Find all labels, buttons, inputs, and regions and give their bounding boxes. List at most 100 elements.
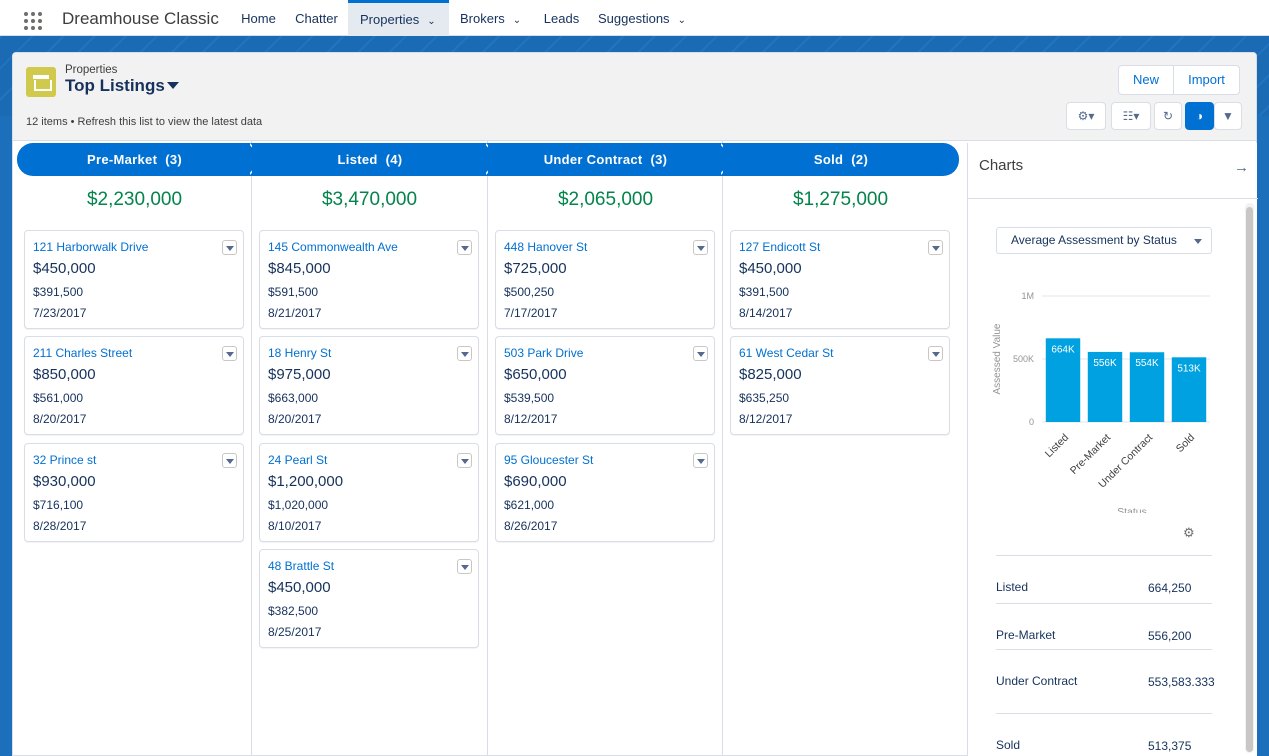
property-link[interactable]: 32 Prince st	[33, 453, 96, 467]
stage-header[interactable]: Pre-Market (3)	[17, 143, 252, 176]
table-row: Pre-Market 556,200	[996, 603, 1212, 649]
chevron-down-icon[interactable]: ⌄	[513, 2, 521, 40]
kanban-board: Pre-Market (3) $2,230,000 121 Harborwalk Dr…	[17, 141, 959, 756]
card-menu-icon[interactable]	[457, 346, 472, 361]
nav-item-chatter[interactable]: Chatter	[285, 0, 348, 36]
card-menu-icon[interactable]	[222, 346, 237, 361]
nav-label: Brokers	[460, 11, 505, 26]
property-price: $975,000	[268, 366, 331, 383]
row-value: 664,250	[1148, 581, 1192, 595]
property-card[interactable]: 95 Gloucester St $690,000 $621,000 8/26/201…	[495, 443, 715, 542]
stage-header[interactable]: Sold (2)	[723, 143, 959, 176]
nav-item-leads[interactable]: Leads	[535, 0, 588, 36]
scrollbar-thumb[interactable]	[1246, 207, 1253, 752]
property-card[interactable]: 18 Henry St $975,000 $663,000 8/20/2017	[259, 336, 479, 435]
nav-label: Suggestions	[598, 11, 670, 26]
list-settings-button[interactable]: ⚙▾	[1066, 102, 1106, 130]
nav-item-properties[interactable]: Properties ⌄	[348, 0, 449, 36]
bar-data-label: 513K	[1177, 363, 1201, 374]
property-price: $845,000	[268, 260, 331, 277]
x-axis-label: Status	[1117, 506, 1147, 513]
property-link[interactable]: 121 Harborwalk Drive	[33, 240, 148, 254]
card-menu-icon[interactable]	[928, 240, 943, 255]
stage-chevron	[484, 143, 498, 175]
list-view-name[interactable]: Top Listings	[65, 76, 165, 96]
app-launcher-icon[interactable]	[24, 12, 42, 30]
import-button[interactable]: Import	[1173, 66, 1239, 94]
assessed-value: $391,500	[33, 285, 84, 299]
report-select[interactable]: Average Assessment by Status	[996, 227, 1212, 254]
kanban-column: Sold (2) $1,275,000 127 Endicott St $450,000…	[723, 141, 959, 756]
property-card[interactable]: 61 West Cedar St $825,000 $635,250 8/12/201…	[730, 336, 950, 435]
card-menu-icon[interactable]	[693, 240, 708, 255]
x-category-label: Sold	[1174, 432, 1197, 455]
property-link[interactable]: 48 Brattle St	[268, 559, 334, 573]
property-price: $930,000	[33, 473, 96, 490]
stage-header[interactable]: Under Contract (3)	[488, 143, 723, 176]
stage-header[interactable]: Listed (4)	[252, 143, 488, 176]
row-status: Listed	[996, 580, 1029, 594]
nav-item-brokers[interactable]: Brokers ⌄	[449, 0, 535, 36]
kanban-column: Listed (4) $3,470,000 145 Commonwealth Ave $…	[252, 141, 500, 756]
property-link[interactable]: 211 Charles Street	[33, 346, 132, 360]
nav-item-home[interactable]: Home	[232, 0, 285, 36]
chart-settings-gear-icon[interactable]: ⚙	[1183, 525, 1195, 541]
stage-total: $2,230,000	[86, 189, 183, 210]
card-menu-icon[interactable]	[928, 346, 943, 361]
assessed-value: $621,000	[504, 498, 555, 512]
charts-toggle-button[interactable]: ◑	[1185, 102, 1214, 130]
card-menu-icon[interactable]	[222, 453, 237, 468]
list-view-caret-icon[interactable]	[167, 82, 179, 89]
pie-chart-icon: ◑	[1195, 109, 1204, 123]
property-card[interactable]: 32 Prince st $930,000 $716,100 8/28/2017	[24, 443, 244, 542]
property-card[interactable]: 24 Pearl St $1,200,000 $1,020,000 8/10/2017	[259, 443, 479, 542]
assessed-value: $539,500	[504, 391, 555, 405]
property-card[interactable]: 48 Brattle St $450,000 $382,500 8/25/2017	[259, 549, 479, 648]
assessed-value: $591,500	[268, 285, 319, 299]
card-menu-icon[interactable]	[457, 559, 472, 574]
property-link[interactable]: 95 Gloucester St	[504, 453, 593, 467]
property-card[interactable]: 448 Hanover St $725,000 $500,250 7/17/2017	[495, 230, 715, 329]
filter-button[interactable]: ▼	[1214, 102, 1242, 130]
listed-date: 8/26/2017	[504, 519, 558, 533]
kanban-view-icon: ☷▾	[1122, 109, 1140, 123]
assessed-value: $635,250	[739, 391, 790, 405]
card-menu-icon[interactable]	[693, 346, 708, 361]
property-card[interactable]: 211 Charles Street $850,000 $561,000 8/20/2…	[24, 336, 244, 435]
property-card[interactable]: 127 Endicott St $450,000 $391,500 8/14/2017	[730, 230, 950, 329]
property-link[interactable]: 448 Hanover St	[504, 240, 587, 254]
card-menu-icon[interactable]	[457, 240, 472, 255]
stage-count: (4)	[385, 152, 403, 167]
property-link[interactable]: 24 Pearl St	[268, 453, 327, 467]
stage-name: Under Contract	[543, 152, 643, 167]
panel-scrollbar[interactable]	[1245, 203, 1254, 753]
nav-label: Leads	[543, 11, 580, 26]
property-link[interactable]: 61 West Cedar St	[739, 346, 834, 360]
property-card[interactable]: 145 Commonwealth Ave $845,000 $591,500 8/21…	[259, 230, 479, 329]
property-link[interactable]: 145 Commonwealth Ave	[268, 240, 398, 254]
chevron-down-icon[interactable]: ⌄	[678, 2, 686, 40]
y-tick-label: 1M	[1021, 291, 1034, 301]
property-link[interactable]: 503 Park Drive	[504, 346, 583, 360]
new-button[interactable]: New	[1119, 66, 1173, 94]
listed-date: 8/12/2017	[739, 412, 793, 426]
card-menu-icon[interactable]	[222, 240, 237, 255]
row-value: 553,583.333	[1148, 675, 1215, 689]
property-link[interactable]: 18 Henry St	[268, 346, 331, 360]
y-tick-label: 500K	[1013, 354, 1034, 364]
property-price: $850,000	[33, 366, 96, 383]
display-as-button[interactable]: ☷▾	[1111, 102, 1151, 130]
action-button-group: New Import	[1118, 65, 1240, 95]
nav-item-suggestions[interactable]: Suggestions ⌄	[588, 0, 692, 36]
property-link[interactable]: 127 Endicott St	[739, 240, 820, 254]
property-price: $450,000	[33, 260, 96, 277]
property-card[interactable]: 121 Harborwalk Drive $450,000 $391,500 7/23…	[24, 230, 244, 329]
property-card[interactable]: 503 Park Drive $650,000 $539,500 8/12/2017	[495, 336, 715, 435]
stage-total: $2,065,000	[557, 189, 654, 210]
chevron-down-icon[interactable]: ⌄	[427, 5, 435, 38]
refresh-button[interactable]: ↻	[1154, 102, 1182, 130]
card-menu-icon[interactable]	[693, 453, 708, 468]
collapse-arrow-icon[interactable]: →	[1234, 159, 1249, 176]
card-menu-icon[interactable]	[457, 453, 472, 468]
x-category-label: Listed	[1043, 432, 1071, 460]
